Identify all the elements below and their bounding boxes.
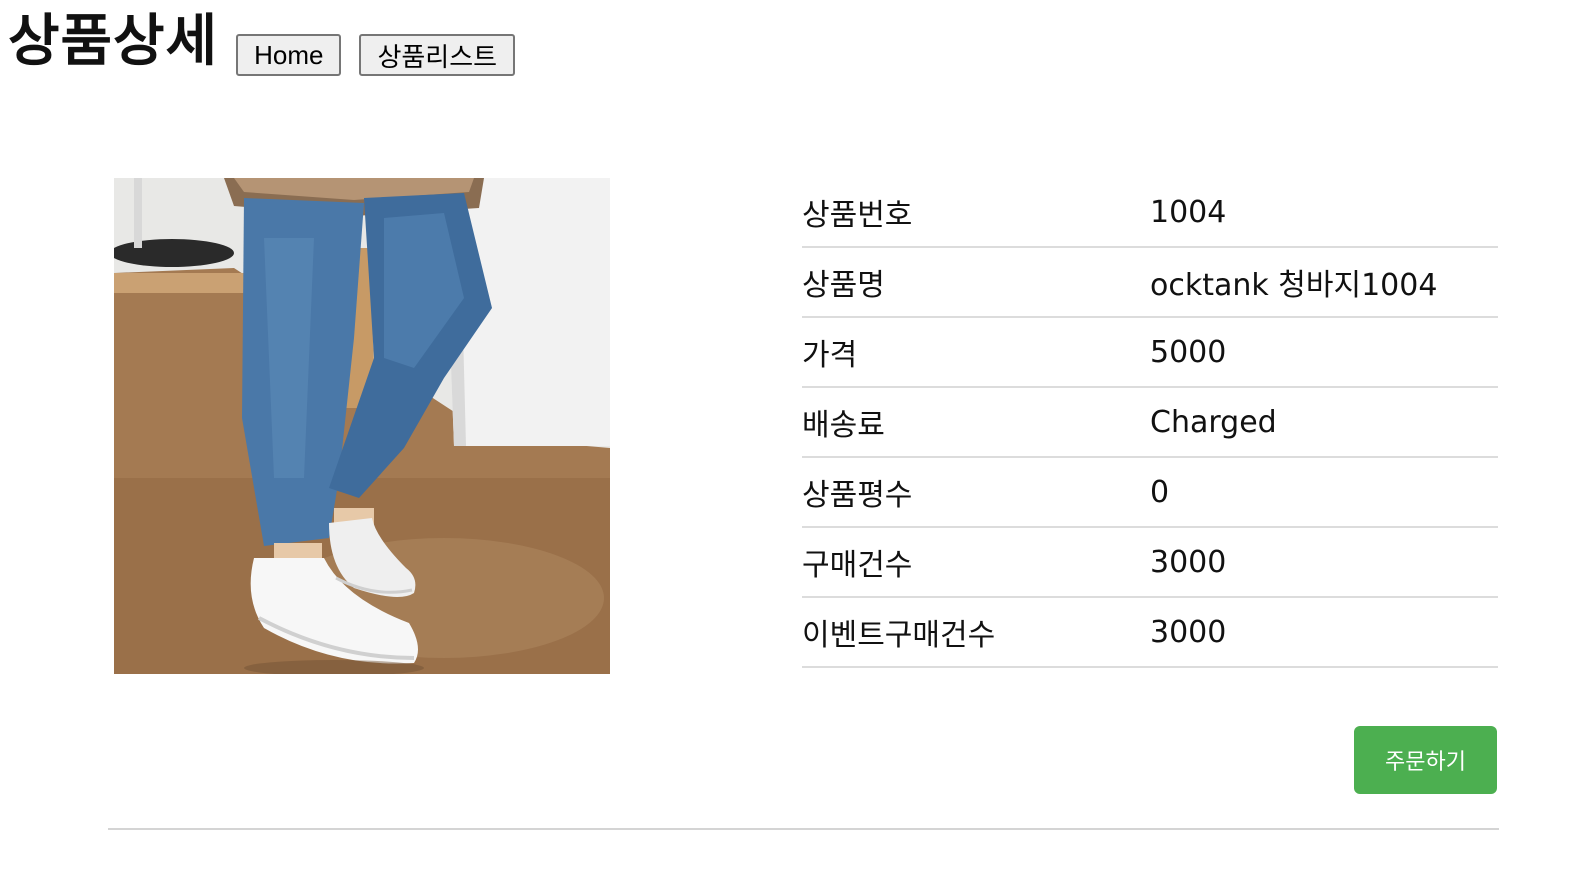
review-count-value: 0 (1150, 457, 1498, 528)
home-button[interactable]: Home (236, 34, 342, 76)
table-row: 구매건수 3000 (802, 527, 1498, 598)
product-list-button[interactable]: 상품리스트 (359, 34, 516, 76)
event-purchase-count-label: 이벤트구매건수 (802, 597, 1150, 668)
page-header: 상품상세 Home 상품리스트 (8, 6, 516, 78)
table-row: 가격 5000 (802, 317, 1498, 388)
table-row: 상품평수 0 (802, 457, 1498, 528)
table-row: 상품번호 1004 (802, 178, 1498, 248)
product-number-label: 상품번호 (802, 178, 1150, 248)
event-purchase-count-value: 3000 (1150, 597, 1498, 668)
table-row: 배송료 Charged (802, 387, 1498, 458)
purchase-count-label: 구매건수 (802, 527, 1150, 598)
table-row: 상품명 ocktank 청바지1004 (802, 247, 1498, 318)
divider (108, 828, 1499, 830)
price-label: 가격 (802, 317, 1150, 388)
product-name-label: 상품명 (802, 247, 1150, 318)
price-value: 5000 (1150, 317, 1498, 388)
product-image (114, 178, 610, 674)
shipping-fee-label: 배송료 (802, 387, 1150, 458)
page-title: 상품상세 (8, 9, 219, 74)
product-number-value: 1004 (1150, 178, 1498, 248)
product-name-value: ocktank 청바지1004 (1150, 247, 1498, 318)
table-row: 이벤트구매건수 3000 (802, 597, 1498, 668)
product-detail-table: 상품번호 1004 상품명 ocktank 청바지1004 가격 5000 배송… (802, 178, 1498, 668)
shipping-fee-value: Charged (1150, 387, 1498, 458)
review-count-label: 상품평수 (802, 457, 1150, 528)
order-button[interactable]: 주문하기 (1354, 726, 1497, 794)
purchase-count-value: 3000 (1150, 527, 1498, 598)
